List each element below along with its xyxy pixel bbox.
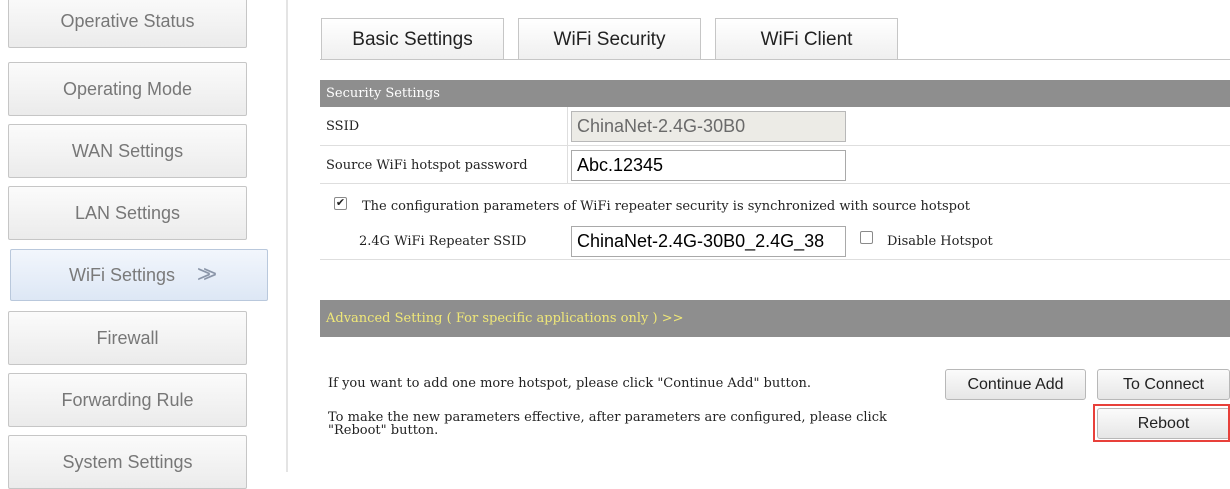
sidebar-nav: Operative Status Operating Mode WAN Sett… (0, 0, 268, 489)
advanced-setting-label: Advanced Setting ( For specific applicat… (326, 311, 684, 326)
sidebar-item-lan-settings[interactable]: LAN Settings (8, 186, 247, 240)
reboot-highlight-box (1093, 404, 1230, 442)
advanced-setting-toggle[interactable]: Advanced Setting ( For specific applicat… (320, 300, 1230, 337)
sidebar-item-label: WAN Settings (71, 140, 184, 161)
password-label: Source WiFi hotspot password (326, 158, 528, 173)
tab-wifi-client[interactable]: WiFi Client (715, 18, 898, 60)
sidebar-item-firewall[interactable]: Firewall (8, 311, 247, 365)
sync-checkbox[interactable]: ✔ (334, 197, 347, 210)
tab-label: WiFi Security (553, 28, 666, 50)
tab-wifi-security[interactable]: WiFi Security (518, 18, 701, 60)
button-label: Continue Add (967, 375, 1064, 393)
sidebar-item-operative-status[interactable]: Operative Status (8, 0, 247, 48)
disable-hotspot-label: Disable Hotspot (887, 234, 993, 249)
sidebar-item-label: WiFi Settings (68, 264, 175, 285)
sidebar-item-wan-settings[interactable]: WAN Settings (8, 124, 247, 178)
continue-add-hint: If you want to add one more hotspot, ple… (328, 376, 812, 391)
repeater-ssid-label: 2.4G WiFi Repeater SSID (359, 234, 527, 249)
tab-label: WiFi Client (760, 28, 853, 50)
to-connect-button[interactable]: To Connect (1097, 369, 1230, 400)
sidebar-item-forwarding-rule[interactable]: Forwarding Rule (8, 373, 247, 427)
sidebar-item-operating-mode[interactable]: Operating Mode (8, 62, 247, 116)
tab-underline (320, 59, 1230, 60)
sidebar-divider (286, 0, 288, 472)
sidebar-item-label: Firewall (96, 327, 159, 348)
sidebar-item-label: Operating Mode (62, 78, 193, 99)
sidebar-item-label: LAN Settings (74, 202, 181, 223)
sidebar-item-wifi-settings[interactable]: WiFi Settings >> (10, 249, 268, 301)
reboot-hint-line2: "Reboot" button. (328, 423, 439, 438)
ssid-label: SSID (326, 119, 360, 134)
sidebar-item-label: Forwarding Rule (61, 389, 194, 410)
tab-label: Basic Settings (352, 28, 473, 50)
sidebar-item-system-settings[interactable]: System Settings (8, 435, 247, 489)
double-chevron-right-icon: >> (197, 261, 217, 288)
source-password-field[interactable]: Abc.12345 (571, 150, 846, 181)
tab-basic-settings[interactable]: Basic Settings (321, 18, 504, 60)
disable-hotspot-checkbox[interactable] (860, 231, 873, 244)
checkmark-icon: ✔ (335, 197, 346, 209)
ssid-field[interactable]: ChinaNet-2.4G-30B0 (571, 111, 846, 142)
button-label: To Connect (1123, 375, 1204, 393)
continue-add-button[interactable]: Continue Add (945, 369, 1086, 400)
sync-label: The configuration parameters of WiFi rep… (362, 199, 971, 214)
sidebar-item-label: System Settings (62, 451, 193, 472)
sidebar-item-label: Operative Status (60, 10, 195, 31)
repeater-ssid-field[interactable]: ChinaNet-2.4G-30B0_2.4G_38 (571, 226, 846, 257)
section-title: Security Settings (326, 86, 440, 101)
security-settings-header: Security Settings (320, 80, 1230, 107)
column-divider (567, 107, 568, 184)
